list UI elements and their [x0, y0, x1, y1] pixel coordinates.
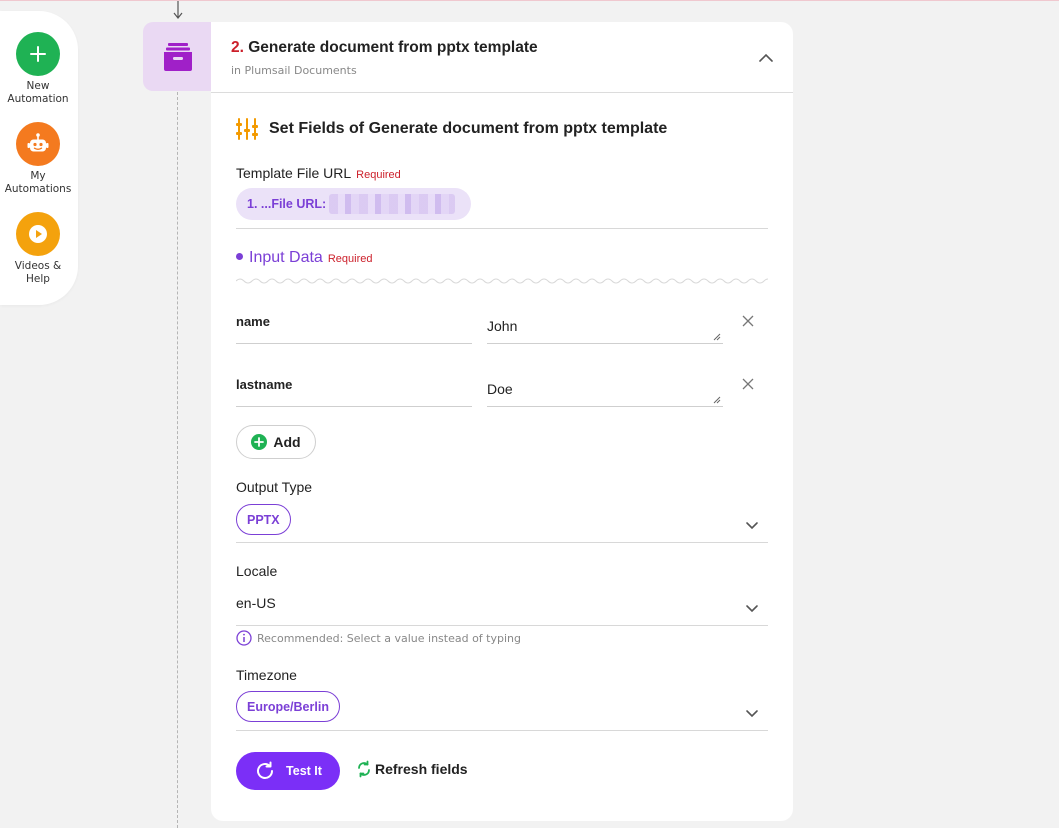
required-badge: Required [356, 169, 401, 181]
test-it-label: Test It [286, 764, 322, 778]
remove-row-icon[interactable] [741, 314, 755, 328]
redacted-value [329, 194, 456, 214]
step-number: 2. [231, 39, 244, 56]
add-row-button[interactable]: Add [236, 425, 316, 459]
dot-icon [236, 253, 243, 260]
token-text: 1. ...File URL: [247, 197, 327, 211]
play-icon [16, 212, 60, 256]
step-config-card: 2. Generate document from pptx template … [211, 22, 793, 821]
required-badge: Required [327, 253, 373, 265]
step-subtitle: in Plumsail Documents [231, 64, 357, 77]
refresh-fields-button[interactable]: Refresh fields [356, 760, 468, 778]
sliders-icon [236, 118, 258, 140]
input-key-field[interactable]: lastname [236, 377, 472, 407]
input-value-text: John [487, 318, 518, 334]
resize-handle-icon[interactable] [713, 396, 721, 404]
robot-icon [16, 122, 60, 166]
divider [236, 625, 768, 626]
videos-help-label: Videos & Help [14, 260, 62, 285]
input-value-field[interactable]: John [487, 314, 723, 344]
step-app-tile[interactable] [143, 22, 213, 91]
chevron-down-icon[interactable] [745, 603, 759, 613]
input-data-label-text: Input Data [249, 249, 323, 266]
chevron-down-icon[interactable] [745, 520, 759, 530]
input-value-text: Doe [487, 381, 513, 397]
locale-input[interactable]: en-US [236, 595, 276, 611]
output-type-value-chip[interactable]: PPTX [236, 504, 291, 535]
locale-label: Locale [236, 563, 278, 579]
locale-hint-text: Recommended: Select a value instead of t… [257, 631, 521, 645]
chevron-down-icon[interactable] [745, 708, 759, 718]
input-value-field[interactable]: Doe [487, 377, 723, 407]
info-icon [236, 630, 252, 646]
wavy-divider [236, 278, 768, 284]
my-automations-label: My Automations [4, 170, 72, 195]
refresh-circle-icon [257, 761, 274, 779]
top-divider [0, 0, 1059, 1]
remove-row-icon[interactable] [741, 377, 755, 391]
divider [236, 542, 768, 543]
output-type-label: Output Type [236, 479, 313, 495]
chevron-up-icon[interactable] [755, 49, 777, 67]
refresh-fields-label: Refresh fields [375, 761, 468, 777]
plus-icon [16, 32, 60, 76]
new-automation-label: New Automation [7, 80, 69, 105]
test-it-button[interactable]: Test It [236, 752, 340, 790]
fields-heading-text: Set Fields of Generate document from ppt… [269, 120, 668, 137]
plus-circle-icon [251, 434, 268, 450]
refresh-icon [358, 760, 370, 778]
card-header[interactable]: 2. Generate document from pptx template … [211, 22, 793, 93]
archive-box-icon [164, 42, 192, 71]
arrow-down-icon [173, 1, 183, 19]
template-file-url-label: Template File URL Required [236, 165, 401, 181]
my-automations-button[interactable]: My Automations [0, 122, 76, 196]
new-automation-button[interactable]: New Automation [0, 32, 76, 106]
fields-heading: Set Fields of Generate document from ppt… [235, 118, 667, 140]
timezone-label: Timezone [236, 667, 297, 683]
timezone-value-chip[interactable]: Europe/Berlin [236, 691, 340, 722]
input-key-text: name [236, 314, 270, 329]
flow-connector-line [177, 92, 178, 828]
videos-help-button[interactable]: Videos & Help [0, 212, 76, 286]
template-file-url-token[interactable]: 1. ...File URL: [236, 188, 471, 220]
locale-hint: Recommended: Select a value instead of t… [236, 630, 521, 646]
input-key-text: lastname [236, 377, 293, 392]
add-row-label: Add [273, 434, 301, 450]
output-type-value: PPTX [247, 512, 280, 527]
timezone-value: Europe/Berlin [247, 699, 329, 714]
divider [236, 730, 768, 731]
template-file-url-label-text: Template File URL [236, 165, 352, 181]
resize-handle-icon[interactable] [713, 333, 721, 341]
input-data-label[interactable]: Input Data Required [236, 249, 372, 267]
divider [236, 228, 768, 229]
left-sidebar: New Automation My Automations Videos & H… [0, 11, 78, 305]
step-title: 2. Generate document from pptx template [231, 39, 538, 57]
input-key-field[interactable]: name [236, 314, 472, 344]
step-title-text: Generate document from pptx template [248, 39, 538, 56]
